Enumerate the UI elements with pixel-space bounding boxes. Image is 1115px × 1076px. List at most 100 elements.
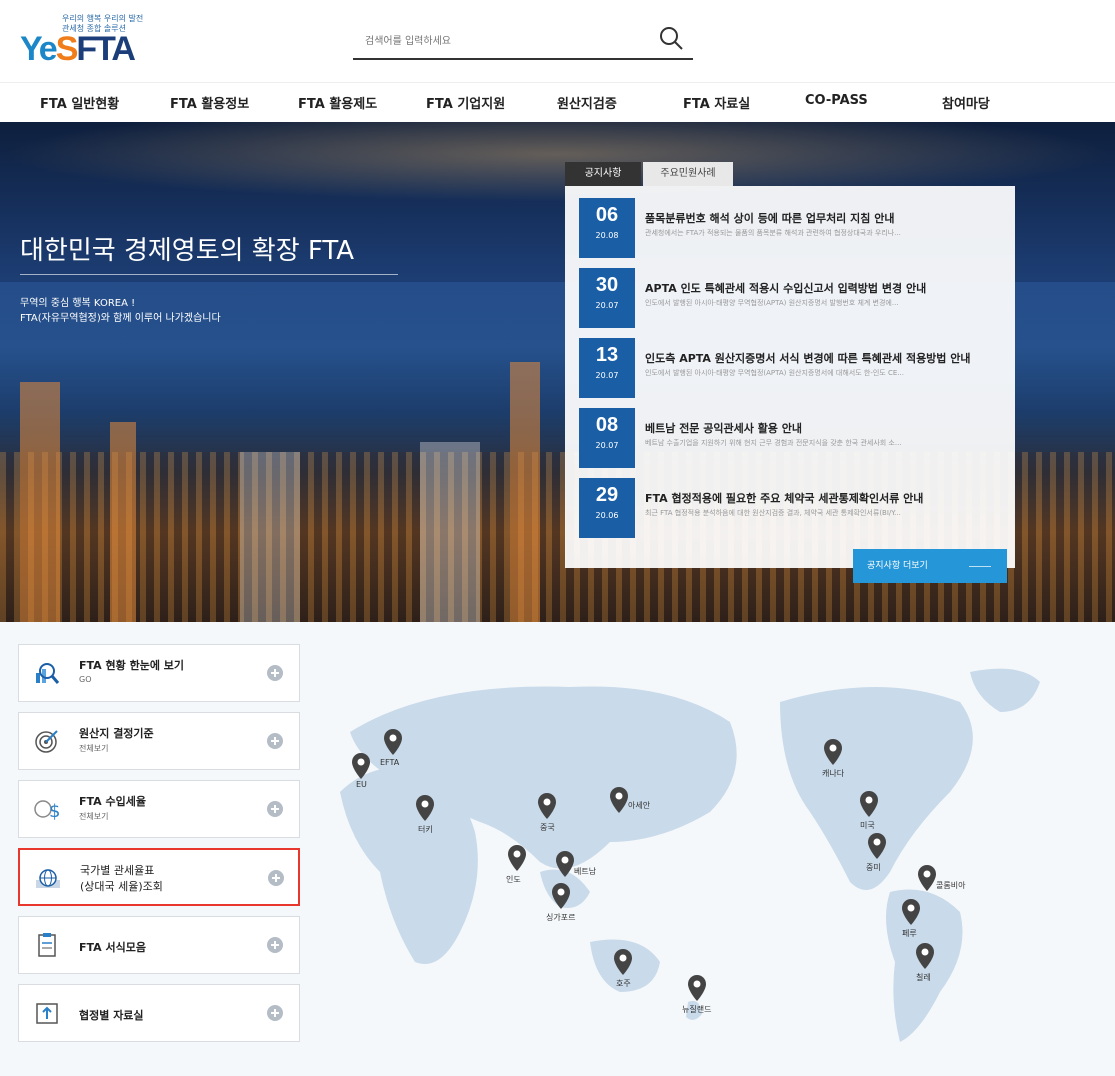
- search-button[interactable]: [657, 24, 685, 52]
- nav-item-origin-verify[interactable]: 원산지검증: [557, 93, 617, 112]
- notice-desc: 인도에서 발행된 아시아·태평양 무역협정(APTA) 원산지증명서 발행번호 …: [645, 299, 899, 307]
- notice-title[interactable]: 인도측 APTA 원산지증명서 서식 변경에 따른 특혜관세 적용방법 안내: [645, 350, 999, 366]
- notice-item[interactable]: 29 20.06 FTA 협정적용에 필요한 주요 체약국 세관통제확인서류 안내…: [579, 478, 999, 538]
- crane-image: [20, 382, 60, 622]
- map-pin-chile[interactable]: [914, 942, 936, 970]
- crane-image: [510, 362, 540, 622]
- notice-title[interactable]: FTA 협정적용에 필요한 주요 체약국 세관통제확인서류 안내: [645, 490, 999, 506]
- map-pin-singapore[interactable]: [550, 882, 572, 910]
- notice-item[interactable]: 08 20.07 베트남 전문 공익관세사 활용 안내 베트남 수출기업을 지원하…: [579, 408, 999, 468]
- map-label-asean: 아세안: [628, 801, 651, 810]
- nav-item-archive[interactable]: FTA 자료실: [683, 93, 750, 112]
- quick-link-forms[interactable]: FTA 서식모음: [18, 916, 300, 974]
- map-pin-peru[interactable]: [900, 898, 922, 926]
- notice-desc: 인도에서 발행된 아시아·태평양 무역협정(APTA) 원산지증명서에 대해서도…: [645, 369, 904, 377]
- hero-title: 대한민국 경제영토의 확장 FTA: [20, 236, 355, 266]
- quick-link-fta-overview[interactable]: FTA 현황 한눈에 보기 GO: [18, 644, 300, 702]
- search-bar: [353, 22, 693, 60]
- notice-date: 29 20.06: [579, 478, 635, 538]
- map-pin-central-america[interactable]: [866, 832, 888, 860]
- ship-image: [420, 442, 480, 622]
- nav-item-general[interactable]: FTA 일반현황: [40, 93, 119, 112]
- notice-date: 30 20.07: [579, 268, 635, 328]
- more-arrow-icon: [969, 566, 991, 567]
- map-label-canada: 캐나다: [822, 769, 845, 778]
- map-pin-vietnam[interactable]: [554, 850, 576, 878]
- notice-item[interactable]: 06 20.08 품목분류번호 해석 상이 등에 따른 업무처리 지침 안내 관세…: [579, 198, 999, 258]
- notice-desc: 베트남 수출기업을 지원하기 위해 현지 근무 경험과 전문지식을 갖춘 한국 …: [645, 439, 902, 447]
- quick-link-title: 협정별 자료실: [79, 1009, 144, 1022]
- tab-key-cases[interactable]: 주요민원사례: [643, 162, 733, 186]
- nav-item-participation[interactable]: 참여마당: [942, 93, 990, 112]
- quick-link-title: FTA 서식모음: [79, 941, 146, 954]
- map-label-turkey: 터키: [418, 825, 433, 834]
- plus-icon[interactable]: [268, 870, 284, 886]
- map-label-usa: 미국: [860, 821, 875, 830]
- quick-link-import-tariff[interactable]: $ FTA 수입세율 전체보기: [18, 780, 300, 838]
- map-pin-asean[interactable]: [608, 786, 630, 814]
- main-nav: FTA 일반현황 FTA 활용정보 FTA 활용제도 FTA 기업지원 원산지검…: [0, 82, 1115, 122]
- logo-wordmark: YeSFTA: [20, 30, 136, 68]
- search-input[interactable]: [365, 30, 645, 52]
- quick-link-sub: GO: [79, 675, 92, 684]
- map-pin-india[interactable]: [506, 844, 528, 872]
- map-label-central-america: 중미: [866, 863, 881, 872]
- map-label-new-zealand: 뉴질랜드: [682, 1005, 712, 1014]
- nav-item-usage-info[interactable]: FTA 활용정보: [170, 93, 249, 112]
- notice-title[interactable]: APTA 인도 특혜관세 적용시 수입신고서 입력방법 변경 안내: [645, 280, 999, 296]
- notice-desc: 최근 FTA 협정적용 분석하음에 대한 원산지검증 결과, 체약국 세관 통제…: [645, 509, 901, 517]
- map-pin-turkey[interactable]: [414, 794, 436, 822]
- svg-text:$: $: [49, 801, 60, 822]
- nav-item-copass[interactable]: CO-PASS: [805, 93, 868, 108]
- plus-icon[interactable]: [267, 1005, 283, 1021]
- nav-item-corp-support[interactable]: FTA 기업지원: [426, 93, 505, 112]
- plus-icon[interactable]: [267, 665, 283, 681]
- site-header: 우리의 행복 우리의 발전 관세청 종합 솔루션 YeSFTA: [0, 0, 1115, 82]
- map-pin-australia[interactable]: [612, 948, 634, 976]
- globe-icon: [36, 869, 60, 888]
- map-label-australia: 호주: [616, 979, 631, 988]
- map-pin-china[interactable]: [536, 792, 558, 820]
- fta-world-map: EFTA EU 터키 중국 아세안 인도 베트남 싱가포르 호주 뉴질랜드 캐나…: [310, 642, 1115, 1062]
- world-map-image: [340, 668, 1040, 1042]
- notice-date: 13 20.07: [579, 338, 635, 398]
- plus-icon[interactable]: [267, 733, 283, 749]
- notice-date: 08 20.07: [579, 408, 635, 468]
- nav-item-usage-system[interactable]: FTA 활용제도: [298, 93, 377, 112]
- plus-icon[interactable]: [267, 801, 283, 817]
- map-pin-usa[interactable]: [858, 790, 880, 818]
- target-icon: [35, 730, 58, 753]
- quick-links-section: FTA 현황 한눈에 보기 GO 원산지 결정기준 전체보기 $ FTA 수입세…: [0, 622, 1115, 1076]
- map-label-india: 인도: [506, 875, 521, 884]
- map-label-peru: 페루: [902, 929, 917, 938]
- more-notices-button[interactable]: 공지사항 더보기: [853, 549, 1007, 583]
- quick-link-country-tariff[interactable]: 국가별 관세율표 (상대국 세율)조회: [18, 848, 300, 906]
- hero-banner: 대한민국 경제영토의 확장 FTA 무역의 중심 행복 KOREA ! FTA(…: [0, 122, 1115, 622]
- map-pin-canada[interactable]: [822, 738, 844, 766]
- quick-link-origin-criteria[interactable]: 원산지 결정기준 전체보기: [18, 712, 300, 770]
- quick-link-title-line2: (상대국 세율)조회: [80, 880, 163, 893]
- quick-link-sub: 전체보기: [79, 812, 109, 821]
- notice-title[interactable]: 베트남 전문 공익관세사 활용 안내: [645, 420, 999, 436]
- search-chart-icon: [36, 663, 60, 684]
- hero-subtitle-1: 무역의 중심 행복 KOREA !: [20, 298, 136, 309]
- dollar-globe-icon: $: [34, 800, 60, 822]
- notice-title[interactable]: 품목분류번호 해석 상이 등에 따른 업무처리 지침 안내: [645, 210, 999, 226]
- notice-item[interactable]: 30 20.07 APTA 인도 특혜관세 적용시 수입신고서 입력방법 변경 안…: [579, 268, 999, 328]
- quick-link-agreement-archive[interactable]: 협정별 자료실: [18, 984, 300, 1042]
- clipboard-icon: [38, 933, 56, 957]
- tab-notices[interactable]: 공지사항: [565, 162, 641, 186]
- map-pin-efta[interactable]: [382, 728, 404, 756]
- notice-item[interactable]: 13 20.07 인도측 APTA 원산지증명서 서식 변경에 따른 특혜관세 적…: [579, 338, 999, 398]
- notice-desc: 관세청에서는 FTA가 적용되는 물품의 품목분류 해석과 관련하여 협정상대국…: [645, 229, 901, 237]
- quick-link-sub: 전체보기: [79, 744, 109, 753]
- plus-icon[interactable]: [267, 937, 283, 953]
- map-pin-colombia[interactable]: [916, 864, 938, 892]
- map-label-colombia: 콜롬비아: [936, 881, 966, 890]
- map-pin-eu[interactable]: [350, 752, 372, 780]
- map-pin-new-zealand[interactable]: [686, 974, 708, 1002]
- map-label-singapore: 싱가포르: [546, 913, 576, 922]
- quick-link-title: 원산지 결정기준: [79, 727, 154, 740]
- yesfta-logo[interactable]: 우리의 행복 우리의 발전 관세청 종합 솔루션 YeSFTA: [20, 12, 143, 74]
- quick-link-title: FTA 수입세율: [79, 795, 146, 808]
